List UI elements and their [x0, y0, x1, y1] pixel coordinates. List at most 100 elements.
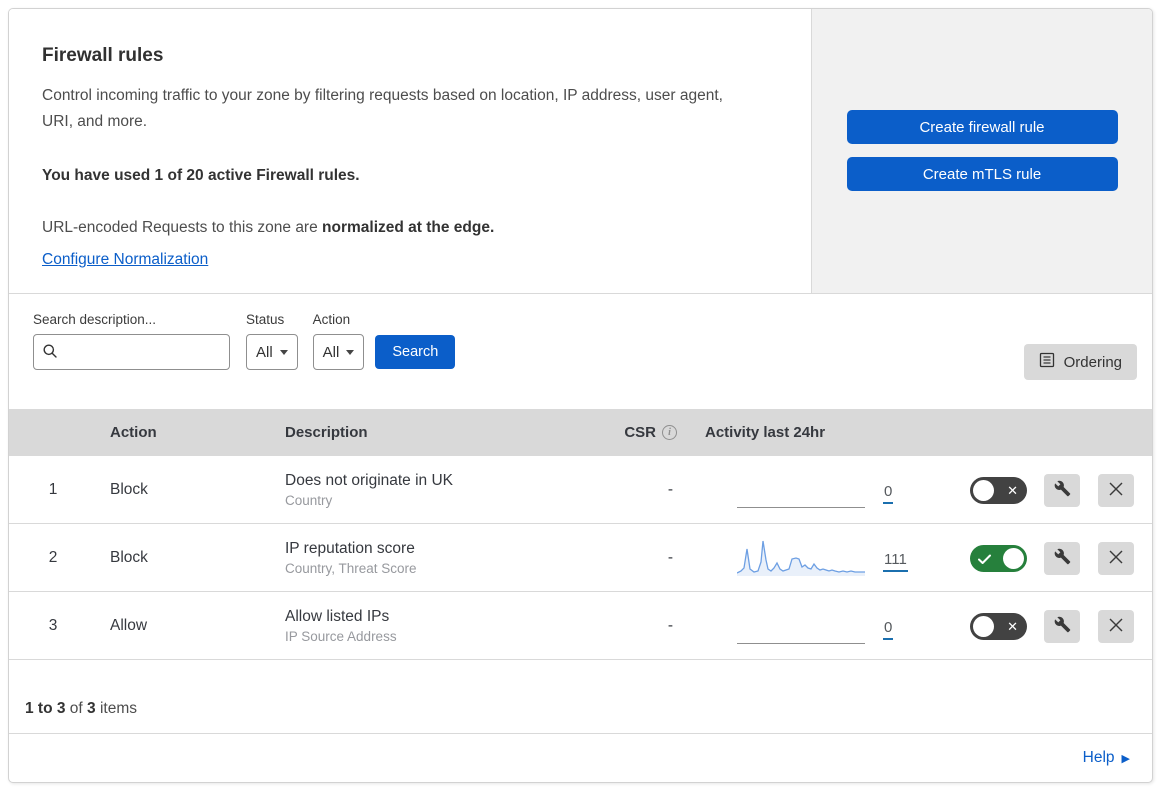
rule-fields: Country, Threat Score	[285, 561, 417, 576]
rule-controls: ✕	[937, 473, 1152, 507]
status-label: Status	[246, 312, 285, 327]
chevron-down-icon	[279, 349, 288, 355]
rule-description-cell: Allow listed IPs IP Source Address	[272, 606, 602, 646]
chevron-down-icon	[346, 349, 355, 355]
ordering-list-icon	[1039, 352, 1055, 372]
wrench-icon	[1054, 480, 1071, 500]
action-dropdown[interactable]: All	[312, 334, 365, 370]
wrench-icon	[1054, 616, 1071, 636]
search-icon	[43, 344, 57, 363]
col-action: Action	[110, 424, 157, 441]
filter-bar: Search description... Status All Action	[9, 294, 1152, 409]
table-row: 1 Block Does not originate in UK Country…	[9, 456, 1152, 524]
help-link[interactable]: Help ▶	[1083, 749, 1130, 767]
create-mtls-rule-button[interactable]: Create mTLS rule	[846, 157, 1118, 191]
rule-fields: Country	[285, 493, 333, 508]
close-icon	[1108, 549, 1124, 568]
rule-description: Allow listed IPs	[285, 608, 390, 625]
rule-description: IP reputation score	[285, 540, 415, 557]
search-label: Search description...	[33, 312, 157, 327]
rule-enabled-toggle[interactable]: ✕	[970, 476, 1027, 504]
col-activity: Activity last 24hr	[705, 424, 826, 441]
edit-rule-button[interactable]	[1044, 609, 1080, 643]
firewall-rules-card: Firewall rules Control incoming traffic …	[8, 8, 1153, 783]
col-csr: CSR i	[602, 424, 687, 441]
action-value: All	[322, 343, 340, 361]
rule-action: Block	[110, 549, 148, 566]
items-total: 3	[87, 700, 96, 717]
of-text: of	[65, 700, 88, 717]
edit-rule-button[interactable]	[1044, 541, 1080, 575]
toggle-knob	[973, 479, 994, 501]
toggle-knob	[973, 615, 994, 637]
pagination-summary: 1 to 3 of 3 items	[9, 660, 1152, 734]
activity-cell: 0	[687, 592, 937, 660]
rule-csr: -	[667, 481, 673, 498]
arrow-right-icon: ▶	[1121, 752, 1130, 765]
rule-description-cell: IP reputation score Country, Threat Scor…	[272, 538, 602, 578]
activity-cell: 111	[687, 524, 937, 592]
create-firewall-rule-button[interactable]: Create firewall rule	[846, 110, 1118, 144]
rule-priority: 1	[48, 481, 58, 498]
items-text: items	[95, 700, 137, 717]
status-value: All	[256, 343, 273, 361]
close-icon	[1108, 617, 1124, 636]
header-section: Firewall rules Control incoming traffic …	[9, 9, 1152, 294]
rule-csr: -	[667, 549, 673, 566]
items-range: 1 to 3	[25, 700, 66, 717]
ordering-button[interactable]: Ordering	[1023, 344, 1137, 380]
rule-description: Does not originate in UK	[285, 472, 454, 489]
activity-sparkline-flat	[737, 470, 865, 508]
rule-priority: 3	[48, 617, 58, 634]
normalization-prefix: URL-encoded Requests to this zone are	[42, 219, 323, 236]
delete-rule-button[interactable]	[1098, 473, 1134, 507]
rule-enabled-toggle[interactable]	[970, 544, 1027, 572]
table-row: 3 Allow Allow listed IPs IP Source Addre…	[9, 592, 1152, 660]
delete-rule-button[interactable]	[1098, 541, 1134, 575]
table-header: Action Description CSR i Activity last 2…	[9, 409, 1152, 456]
table-row: 2 Block IP reputation score Country, Thr…	[9, 524, 1152, 592]
help-bar: Help ▶	[9, 734, 1152, 782]
search-box	[33, 334, 230, 370]
activity-count-link[interactable]: 111	[883, 551, 908, 572]
actions-panel: Create firewall rule Create mTLS rule	[812, 9, 1152, 293]
help-label: Help	[1082, 749, 1115, 766]
delete-rule-button[interactable]	[1098, 609, 1134, 643]
edit-rule-button[interactable]	[1044, 473, 1080, 507]
activity-count-link[interactable]: 0	[883, 619, 894, 640]
rule-enabled-toggle[interactable]: ✕	[970, 612, 1027, 640]
rule-priority: 2	[48, 549, 58, 566]
close-icon	[1108, 481, 1124, 500]
col-description: Description	[285, 424, 368, 441]
wrench-icon	[1054, 548, 1071, 568]
status-dropdown[interactable]: All	[246, 334, 298, 370]
info-icon[interactable]: i	[662, 425, 677, 440]
action-label: Action	[312, 312, 351, 327]
activity-count-link[interactable]: 0	[883, 483, 894, 504]
normalization-text: URL-encoded Requests to this zone are no…	[42, 219, 771, 237]
rule-action: Allow	[110, 617, 148, 634]
usage-statement: You have used 1 of 20 active Firewall ru…	[42, 167, 360, 184]
toggle-x-icon: ✕	[1007, 618, 1018, 634]
toggle-knob	[1003, 547, 1024, 569]
csr-header-label: CSR	[624, 424, 656, 441]
page-description: Control incoming traffic to your zone by…	[42, 87, 723, 130]
activity-sparkline-flat	[737, 606, 865, 644]
ordering-label: Ordering	[1063, 353, 1122, 371]
page-title: Firewall rules	[42, 45, 164, 66]
rule-controls: ✕	[937, 609, 1152, 643]
intro-panel: Firewall rules Control incoming traffic …	[9, 9, 812, 293]
rule-controls	[937, 541, 1152, 575]
rule-csr: -	[667, 617, 673, 634]
toggle-check-icon	[978, 552, 991, 570]
activity-sparkline	[736, 538, 865, 576]
rule-fields: IP Source Address	[285, 629, 397, 644]
search-button[interactable]: Search	[375, 335, 456, 369]
search-input[interactable]	[33, 334, 230, 370]
activity-cell: 0	[687, 456, 937, 524]
normalization-bold: normalized at the edge.	[322, 219, 495, 236]
rule-action: Block	[110, 481, 148, 498]
toggle-x-icon: ✕	[1007, 482, 1018, 498]
configure-normalization-link[interactable]: Configure Normalization	[42, 251, 208, 268]
rule-description-cell: Does not originate in UK Country	[272, 470, 602, 510]
